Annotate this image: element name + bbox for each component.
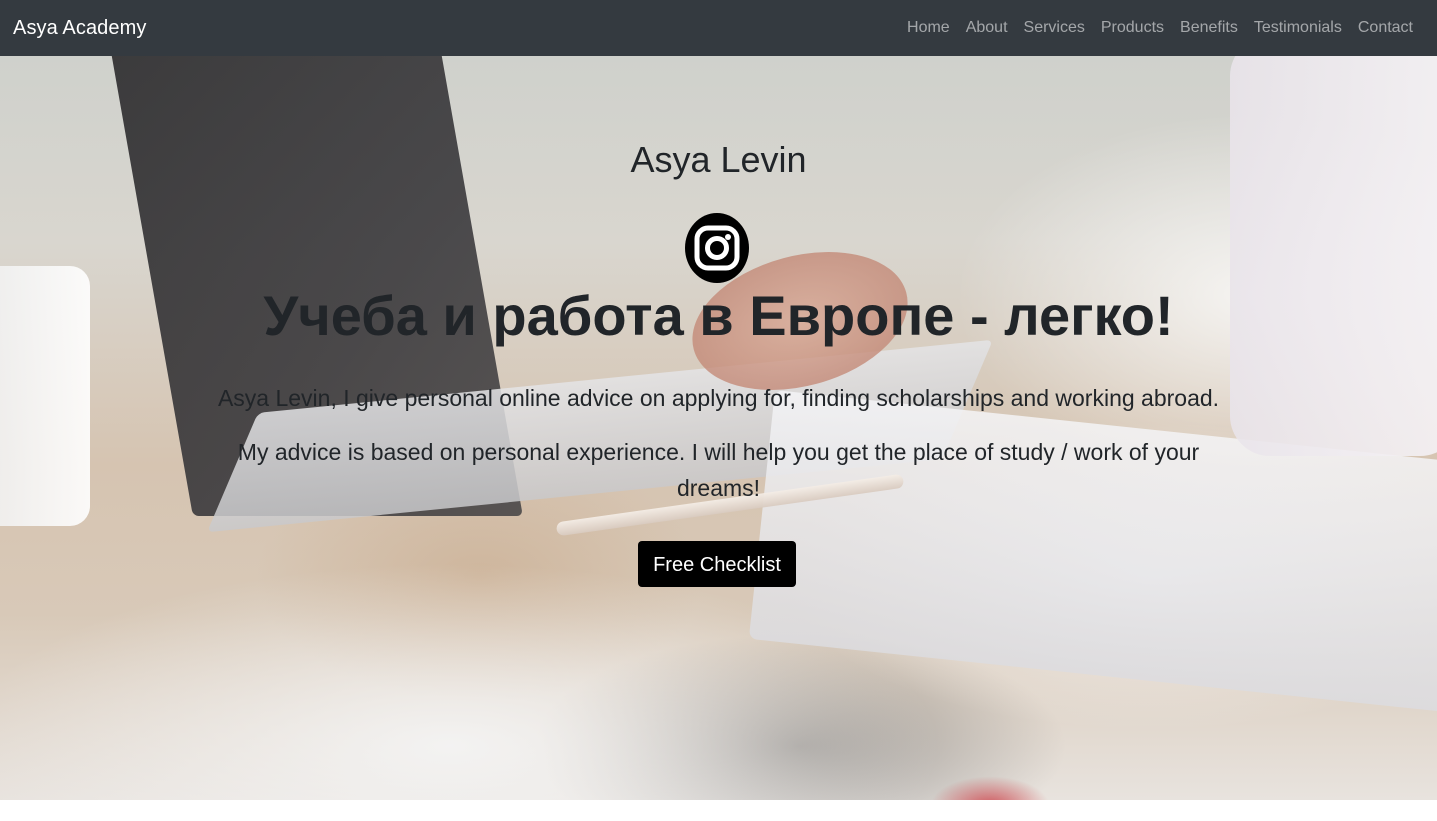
background-red-object xyxy=(930,776,1050,800)
nav-about[interactable]: About xyxy=(958,19,1016,37)
hero-lead-2: My advice is based on personal experienc… xyxy=(237,439,1200,501)
brand-link[interactable]: Asya Academy xyxy=(13,17,147,40)
nav-products[interactable]: Products xyxy=(1093,19,1172,37)
hero-name: Asya Levin xyxy=(630,139,807,180)
nav-contact[interactable]: Contact xyxy=(1350,19,1421,37)
nav-testimonials[interactable]: Testimonials xyxy=(1246,19,1350,37)
nav-links: Home About Services Products Benefits Te… xyxy=(899,19,1421,37)
hero-section: Asya Levin Учеба и работа в Европе - лег… xyxy=(0,56,1437,800)
free-checklist-button[interactable]: Free Checklist xyxy=(638,541,796,587)
navbar: Asya Academy Home About Services Product… xyxy=(0,0,1437,56)
nav-home[interactable]: Home xyxy=(899,19,958,37)
nav-benefits[interactable]: Benefits xyxy=(1172,19,1246,37)
hero-headline: Учеба и работа в Европе - легко! xyxy=(263,284,1174,347)
nav-services[interactable]: Services xyxy=(1016,19,1093,37)
hero-lead-1: Asya Levin, I give personal online advic… xyxy=(217,385,1220,411)
instagram-icon[interactable] xyxy=(685,213,749,283)
